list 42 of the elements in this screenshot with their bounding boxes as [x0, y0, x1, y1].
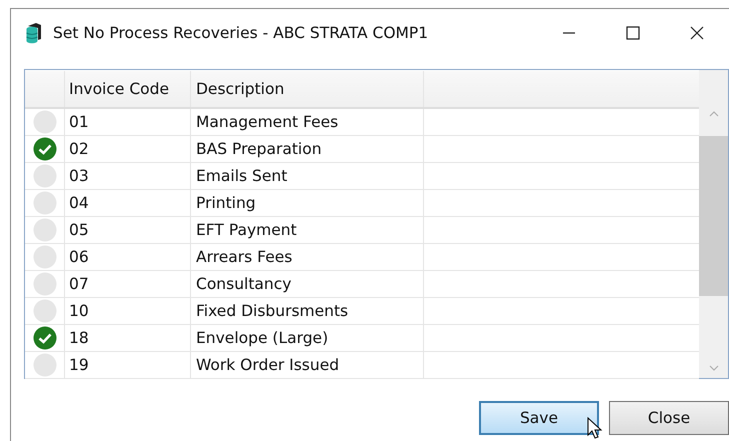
- table-cell: 03: [65, 163, 191, 189]
- unchecked-circle-icon[interactable]: [32, 299, 56, 323]
- check-icon[interactable]: [32, 326, 56, 350]
- database-icon: [25, 22, 43, 44]
- close-button[interactable]: Close: [609, 401, 729, 435]
- column-header[interactable]: Invoice Code: [65, 71, 191, 107]
- unchecked-circle-icon[interactable]: [32, 110, 56, 134]
- unchecked-circle-icon[interactable]: [32, 164, 56, 188]
- table-cell: 07: [65, 271, 191, 297]
- unchecked-circle-icon[interactable]: [32, 218, 56, 242]
- window-title: Set No Process Recoveries - ABC STRATA COMP1: [53, 24, 428, 42]
- column-header[interactable]: Description: [191, 71, 424, 107]
- unchecked-circle-icon[interactable]: [32, 245, 56, 269]
- table-cell: 10: [65, 298, 191, 324]
- scroll-up-icon[interactable]: [708, 110, 720, 118]
- table-cell: Envelope (Large): [191, 325, 424, 351]
- unchecked-circle-icon[interactable]: [32, 272, 56, 296]
- table-cell: 18: [65, 325, 191, 351]
- table-cell: 06: [65, 244, 191, 270]
- table-cell: 05: [65, 217, 191, 243]
- table-cell: Work Order Issued: [191, 352, 424, 378]
- maximize-icon: [626, 26, 640, 40]
- table-cell: 04: [65, 190, 191, 216]
- table-cell: BAS Preparation: [191, 136, 424, 162]
- scrollbar-thumb[interactable]: [699, 136, 728, 296]
- table-cell: Fixed Disbursments: [191, 298, 424, 324]
- table-cell: Management Fees: [191, 109, 424, 135]
- check-icon[interactable]: [32, 137, 56, 161]
- table-cell: Arrears Fees: [191, 244, 424, 270]
- close-icon: [690, 26, 704, 40]
- unchecked-circle-icon[interactable]: [32, 353, 56, 377]
- table-cell: Printing: [191, 190, 424, 216]
- save-button[interactable]: Save: [479, 401, 599, 435]
- table-cell: Emails Sent: [191, 163, 424, 189]
- table-cell: Consultancy: [191, 271, 424, 297]
- table-cell: 19: [65, 352, 191, 378]
- table-cell: 01: [65, 109, 191, 135]
- table-cell: EFT Payment: [191, 217, 424, 243]
- table-cell: 02: [65, 136, 191, 162]
- scrollbar[interactable]: [699, 70, 728, 378]
- scroll-down-icon[interactable]: [708, 364, 720, 372]
- unchecked-circle-icon[interactable]: [32, 191, 56, 215]
